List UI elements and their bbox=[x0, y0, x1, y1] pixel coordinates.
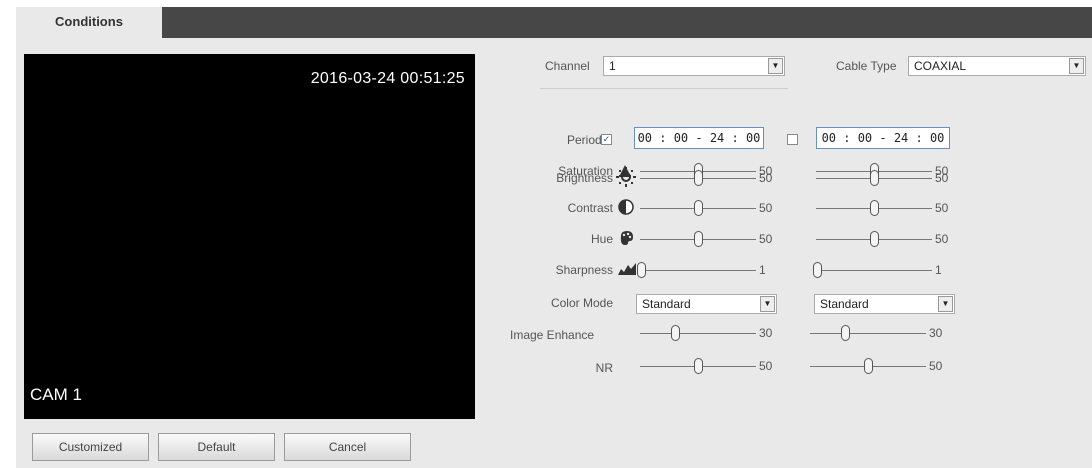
contrast-2-slider-thumb[interactable] bbox=[870, 200, 879, 216]
hue-2-slider-thumb[interactable] bbox=[870, 231, 879, 247]
cancel-button[interactable]: Cancel bbox=[284, 433, 411, 461]
sharpness-1-value: 1 bbox=[759, 263, 766, 277]
image-enhance-2-slider-track[interactable] bbox=[810, 333, 926, 334]
osd-camera-name: CAM 1 bbox=[30, 385, 82, 404]
channel-select[interactable]: 1 ▼ bbox=[603, 56, 785, 76]
tab-conditions[interactable]: Conditions bbox=[16, 7, 162, 38]
customized-button[interactable]: Customized bbox=[32, 433, 149, 461]
nr-label: NR bbox=[595, 361, 613, 375]
brightness-label: Brightness bbox=[556, 171, 613, 185]
image-enhance-1-value: 30 bbox=[759, 326, 773, 340]
sharpness-label: Sharpness bbox=[555, 263, 613, 277]
sharpness-1-slider-thumb[interactable] bbox=[637, 262, 647, 278]
contrast-2-value: 50 bbox=[935, 201, 949, 215]
period-1-checkbox[interactable]: ✓ bbox=[601, 134, 612, 145]
image-enhance-2-value: 30 bbox=[929, 326, 943, 340]
period-label: Period bbox=[567, 133, 602, 147]
color-mode-2-value: Standard bbox=[820, 297, 869, 311]
chevron-down-icon[interactable]: ▼ bbox=[760, 296, 775, 312]
video-preview: 2016-03-24 00:51:25 CAM 1 bbox=[24, 54, 475, 419]
color-mode-label: Color Mode bbox=[550, 296, 613, 310]
contrast-1-value: 50 bbox=[759, 201, 773, 215]
brightness-1-value: 50 bbox=[759, 171, 773, 185]
sharpness-icon bbox=[618, 263, 636, 275]
osd-timestamp: 2016-03-24 00:51:25 bbox=[310, 70, 465, 87]
image-enhance-1-slider-thumb[interactable] bbox=[670, 325, 680, 341]
period-1-time[interactable]: 00 : 00 - 24 : 00 bbox=[634, 127, 764, 149]
cable-type-value: COAXIAL bbox=[914, 59, 967, 73]
hue-label: Hue bbox=[590, 232, 613, 246]
hue-1-value: 50 bbox=[759, 232, 773, 246]
contrast-1-slider-thumb[interactable] bbox=[694, 200, 703, 216]
sharpness-1-slider-track[interactable] bbox=[640, 270, 756, 271]
chevron-down-icon[interactable]: ▼ bbox=[938, 296, 953, 312]
default-button[interactable]: Default bbox=[158, 433, 275, 461]
color-mode-2-select[interactable]: Standard ▼ bbox=[814, 294, 955, 314]
brightness-2-slider-thumb[interactable] bbox=[870, 170, 879, 186]
hue-2-value: 50 bbox=[935, 232, 949, 246]
sharpness-2-value: 1 bbox=[935, 263, 942, 277]
period-2-checkbox[interactable] bbox=[787, 134, 798, 145]
sharpness-2-slider-thumb[interactable] bbox=[813, 262, 823, 278]
sharpness-2-slider-track[interactable] bbox=[816, 270, 932, 271]
nr-2-slider-thumb[interactable] bbox=[864, 358, 873, 374]
channel-value: 1 bbox=[609, 59, 616, 73]
cable-type-select[interactable]: COAXIAL ▼ bbox=[908, 56, 1086, 76]
brightness-icon bbox=[616, 167, 636, 187]
color-mode-1-select[interactable]: Standard ▼ bbox=[636, 294, 777, 314]
channel-label: Channel bbox=[545, 59, 590, 73]
brightness-2-value: 50 bbox=[935, 171, 949, 185]
nr-1-value: 50 bbox=[759, 359, 773, 373]
period-2-time[interactable]: 00 : 00 - 24 : 00 bbox=[816, 127, 950, 149]
nr-1-slider-thumb[interactable] bbox=[694, 358, 703, 374]
contrast-icon bbox=[618, 199, 634, 215]
hue-icon bbox=[620, 231, 633, 245]
nr-2-value: 50 bbox=[929, 359, 943, 373]
brightness-1-slider-thumb[interactable] bbox=[694, 170, 703, 186]
chevron-down-icon[interactable]: ▼ bbox=[768, 58, 783, 74]
image-enhance-label: Image Enhance bbox=[510, 328, 595, 342]
image-enhance-2-slider-thumb[interactable] bbox=[840, 325, 850, 341]
hue-1-slider-thumb[interactable] bbox=[694, 231, 703, 247]
image-enhance-1-slider-track[interactable] bbox=[640, 333, 756, 334]
cable-type-label: Cable Type bbox=[836, 59, 897, 73]
divider bbox=[540, 88, 788, 89]
color-mode-1-value: Standard bbox=[642, 297, 691, 311]
chevron-down-icon[interactable]: ▼ bbox=[1069, 58, 1084, 74]
contrast-label: Contrast bbox=[567, 201, 613, 215]
tab-bar bbox=[16, 7, 1092, 38]
